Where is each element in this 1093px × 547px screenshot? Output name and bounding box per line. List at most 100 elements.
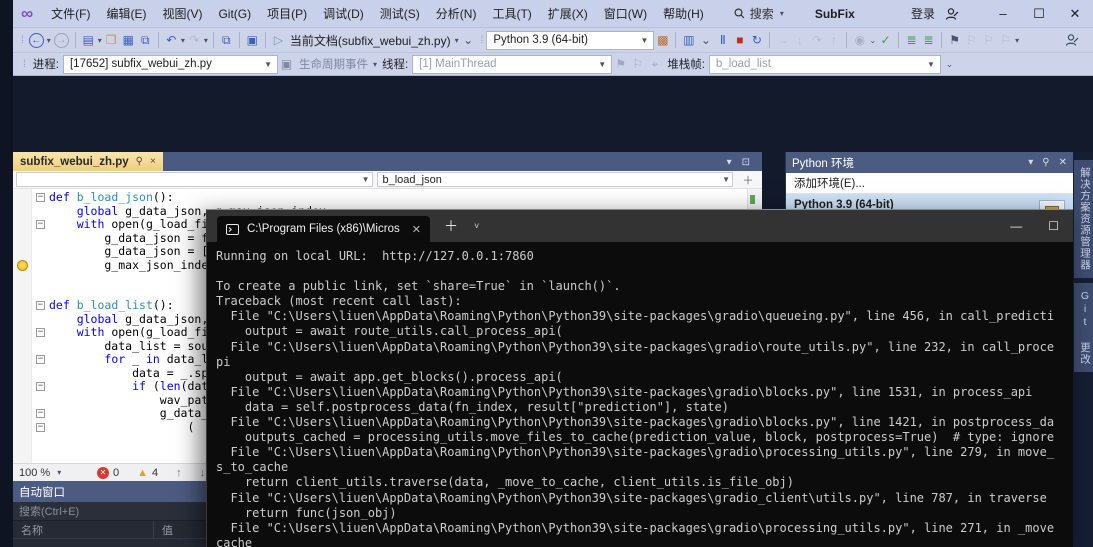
float-window-icon[interactable]: ⊡ (742, 157, 750, 168)
file-tab-subfix-webui-zh[interactable]: subfix_webui_zh.py ⚲ × (13, 152, 163, 171)
show-next-statement-icon[interactable]: → (774, 30, 791, 50)
tab-dropdown-chevron-icon[interactable]: ˅ (474, 221, 479, 231)
fold-margin[interactable]: − (32, 407, 49, 421)
save-all-icon[interactable]: ⧉ (137, 30, 154, 50)
start-debug-icon[interactable]: ▷ (270, 30, 287, 50)
undo-caret-icon[interactable]: ▾ (181, 36, 185, 45)
nav-scope-combo[interactable]: ▼ (16, 172, 373, 187)
code-line[interactable]: −def b_load_json(): (32, 191, 762, 205)
panel-close-icon[interactable]: ✕ (1059, 157, 1067, 168)
collapse-region-icon[interactable]: − (36, 220, 45, 229)
side-tab-解决方案资源管理器[interactable]: 解决方案资源管理器 (1074, 160, 1093, 278)
bookmark-icon[interactable]: ⚑ (946, 30, 963, 50)
warning-count-icon[interactable]: ▲ (137, 467, 148, 479)
menu-item-调试(D)[interactable]: 调试(D) (315, 0, 372, 28)
menu-item-项目(P)[interactable]: 项目(P) (259, 0, 315, 28)
terminal-tab-close-icon[interactable]: ✕ (412, 223, 421, 236)
split-editor-icon[interactable]: ＋ (737, 172, 759, 188)
step-into-icon[interactable]: ↓ (791, 30, 808, 50)
menu-item-窗口(W)[interactable]: 窗口(W) (596, 0, 655, 28)
user-profile-icon[interactable] (945, 7, 959, 21)
menu-item-视图(V)[interactable]: 视图(V) (154, 0, 210, 28)
fold-margin[interactable]: − (32, 218, 49, 232)
run-target-caret-icon[interactable]: ▾ (455, 36, 459, 45)
menu-item-文件(F)[interactable]: 文件(F) (43, 0, 98, 28)
send-feedback-icon[interactable] (1065, 33, 1079, 47)
terminal-tab-bar[interactable]: C:\Program Files (x86)\Micros ✕ ＋ ˅ — ☐ (207, 210, 1073, 242)
collapse-region-icon[interactable]: − (36, 355, 45, 364)
open-container-icon[interactable]: ▣ (244, 30, 261, 50)
error-count-icon[interactable]: ✕ (97, 467, 109, 479)
maximize-button[interactable]: ☐ (1021, 0, 1057, 28)
bookmark-clear-icon[interactable]: ⚐ (997, 30, 1014, 50)
lifecycle-events-icon[interactable]: ▣ (278, 54, 295, 74)
close-button[interactable]: ✕ (1057, 0, 1093, 28)
toolbar-grip[interactable]: ⁞ (481, 35, 483, 46)
fold-margin[interactable] (32, 272, 49, 286)
undo-icon[interactable]: ↶ (163, 30, 180, 50)
menu-item-帮助(H)[interactable]: 帮助(H) (655, 0, 712, 28)
find-in-files-icon[interactable]: ⧉ (218, 30, 235, 50)
terminal-output[interactable]: Running on local URL: http://127.0.0.1:7… (207, 242, 1073, 547)
bookmark-prev-icon[interactable]: ⚐ (963, 30, 980, 50)
open-folder-icon[interactable]: ❒ (103, 30, 120, 50)
toolbar-overflow-icon[interactable]: ⌄ (941, 54, 958, 74)
fold-margin[interactable]: − (32, 326, 49, 340)
fold-margin[interactable] (32, 367, 49, 381)
nav-member-combo[interactable]: b_load_json ▼ (377, 172, 734, 187)
active-files-chevron-icon[interactable]: ▾ (727, 157, 732, 168)
pin-icon[interactable]: ⚲ (1042, 157, 1049, 168)
breakpoint-margin[interactable] (13, 189, 32, 463)
minimize-button[interactable]: – (985, 0, 1021, 28)
terminal-maximize-button[interactable]: ☐ (1048, 219, 1059, 233)
sign-in-button[interactable]: 登录 (911, 5, 935, 22)
stop-debug-icon[interactable]: ■ (731, 30, 748, 50)
new-file-caret-icon[interactable]: ▾ (98, 36, 102, 45)
menu-item-Git(G)[interactable]: Git(G) (210, 0, 259, 28)
fold-margin[interactable] (32, 394, 49, 408)
fold-margin[interactable]: − (32, 299, 49, 313)
stack-frame-combo[interactable]: b_load_list ▼ (709, 55, 941, 74)
fold-margin[interactable] (32, 245, 49, 259)
decrease-indent-icon[interactable]: ≣ (903, 30, 920, 50)
new-file-icon[interactable]: ▤ (80, 30, 97, 50)
fold-margin[interactable] (32, 205, 49, 219)
menu-item-扩展(X)[interactable]: 扩展(X) (540, 0, 596, 28)
tab-close-icon[interactable]: × (150, 156, 156, 167)
fold-margin[interactable]: − (32, 380, 49, 394)
terminal-tab[interactable]: C:\Program Files (x86)\Micros ✕ (217, 216, 430, 242)
window-layout-icon[interactable]: ▥ (680, 30, 697, 50)
process-combo[interactable]: [17652] subfix_webui_zh.py ▼ (63, 55, 278, 74)
fold-margin[interactable] (32, 434, 49, 448)
collapse-region-icon[interactable]: − (36, 382, 45, 391)
side-tab-Git 更改[interactable]: Git 更改 (1074, 283, 1093, 372)
terminal-minimize-button[interactable]: — (1010, 219, 1022, 233)
new-tab-icon[interactable]: ＋ (444, 216, 458, 236)
flag-outline-icon[interactable]: ⚐ (629, 54, 646, 74)
quick-search-box[interactable]: 搜索 ▾ (726, 3, 793, 24)
fold-margin[interactable] (32, 313, 49, 327)
layout-overflow-icon[interactable]: ⌄ (697, 30, 714, 50)
thread-combo[interactable]: [1] MainThread ▼ (412, 55, 612, 74)
nav-back-icon[interactable]: ← (29, 33, 44, 48)
pin-icon[interactable]: ⚲ (136, 156, 143, 167)
menu-item-工具(T)[interactable]: 工具(T) (484, 0, 539, 28)
zoom-level-combo[interactable]: 100 % ▾ (19, 467, 71, 479)
increase-indent-icon[interactable]: ≣ (920, 30, 937, 50)
bookmark-caret-icon[interactable]: ▾ (1015, 36, 1019, 45)
column-header-value[interactable]: 值 (153, 521, 173, 538)
nav-forward-icon[interactable]: → (54, 33, 69, 48)
breakpoints-icon[interactable]: ◉ (851, 30, 868, 50)
save-icon[interactable]: ▦ (120, 30, 137, 50)
fold-margin[interactable] (32, 259, 49, 273)
step-out-icon[interactable]: ↑ (825, 30, 842, 50)
redo-caret-icon[interactable]: ▾ (204, 36, 208, 45)
fold-margin[interactable] (32, 448, 49, 462)
collapse-region-icon[interactable]: − (36, 328, 45, 337)
next-issue-icon[interactable]: ↓ (200, 467, 206, 479)
fold-margin[interactable]: − (32, 353, 49, 367)
flagged-threads-icon[interactable]: ⌖ (646, 54, 663, 74)
gift-icon[interactable]: ▩ (654, 30, 671, 50)
python-version-combo[interactable]: Python 3.9 (64-bit) ▼ (486, 31, 654, 50)
lifecycle-events-button[interactable]: 生命周期事件 (299, 56, 368, 72)
